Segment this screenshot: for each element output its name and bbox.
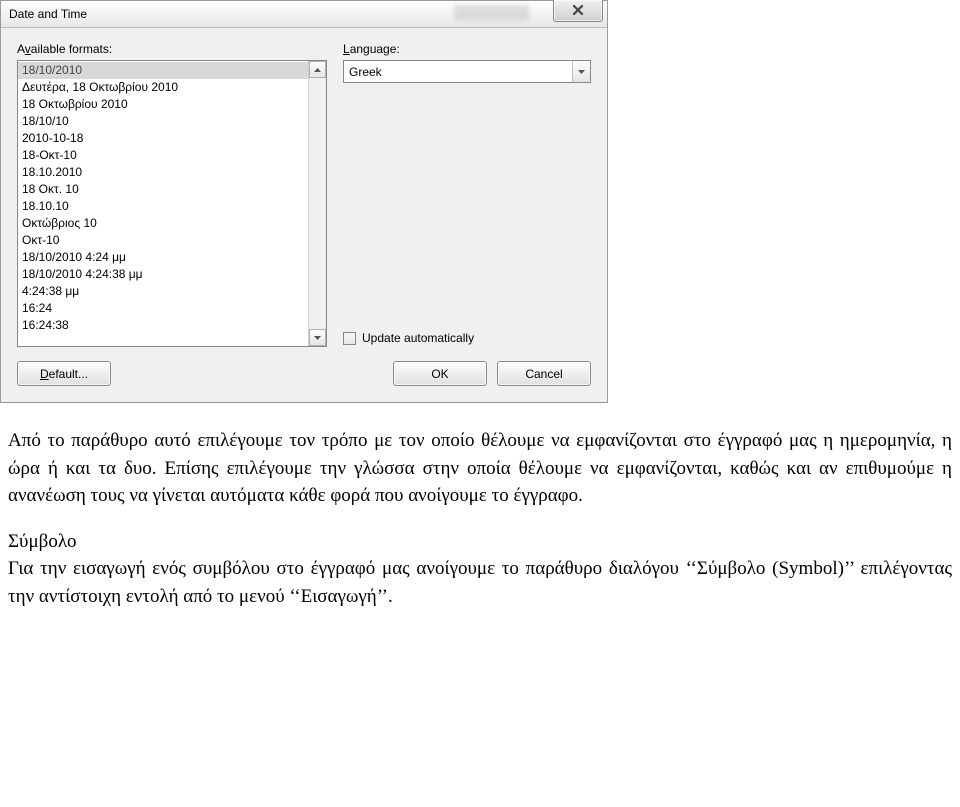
close-button[interactable]	[553, 0, 603, 22]
list-item[interactable]: Οκτώβριος 10	[18, 215, 308, 232]
update-checkbox[interactable]	[343, 332, 356, 345]
language-label: Language:	[343, 42, 591, 56]
list-item[interactable]: 18 Οκτωβρίου 2010	[18, 96, 308, 113]
cancel-button[interactable]: Cancel	[497, 361, 591, 386]
list-item[interactable]: 4:24:38 μμ	[18, 283, 308, 300]
dropdown-arrow[interactable]	[572, 61, 590, 82]
chevron-down-icon	[314, 336, 321, 340]
language-dropdown[interactable]: Greek	[343, 60, 591, 83]
chevron-up-icon	[314, 68, 321, 72]
list-item[interactable]: 2010-10-18	[18, 130, 308, 147]
list-item[interactable]: 18/10/10	[18, 113, 308, 130]
scrollbar[interactable]	[308, 61, 326, 346]
list-item[interactable]: 18 Οκτ. 10	[18, 181, 308, 198]
ok-button[interactable]: OK	[393, 361, 487, 386]
list-item[interactable]: Οκτ-10	[18, 232, 308, 249]
list-item[interactable]: 18/10/2010 4:24:38 μμ	[18, 266, 308, 283]
section-heading: Σύμβολο	[8, 528, 952, 556]
list-item[interactable]: 18/10/2010	[18, 62, 308, 79]
document-text: Από το παράθυρο αυτό επιλέγουμε τον τρόπ…	[0, 423, 960, 610]
close-icon	[572, 5, 584, 16]
formats-column: Available formats: 18/10/2010Δευτέρα, 18…	[17, 42, 327, 347]
dialog-footer: Default... OK Cancel	[1, 347, 607, 402]
formats-label: Available formats:	[17, 42, 327, 56]
chevron-down-icon	[578, 70, 585, 74]
default-button[interactable]: Default...	[17, 361, 111, 386]
paragraph-1: Από το παράθυρο αυτό επιλέγουμε τον τρόπ…	[8, 427, 952, 510]
scroll-down-button[interactable]	[309, 329, 326, 346]
update-label: Update automatically	[362, 331, 474, 345]
list-item[interactable]: 18.10.2010	[18, 164, 308, 181]
scroll-up-button[interactable]	[309, 61, 326, 78]
titlebar[interactable]: Date and Time	[1, 1, 607, 28]
list-item[interactable]: 18.10.10	[18, 198, 308, 215]
list-item[interactable]: Δευτέρα, 18 Οκτωβρίου 2010	[18, 79, 308, 96]
titlebar-blur	[454, 5, 529, 21]
formats-list-inner: 18/10/2010Δευτέρα, 18 Οκτωβρίου 201018 Ο…	[18, 61, 308, 346]
formats-listbox[interactable]: 18/10/2010Δευτέρα, 18 Οκτωβρίου 201018 Ο…	[17, 60, 327, 347]
list-item[interactable]: 18-Οκτ-10	[18, 147, 308, 164]
language-column: Language: Greek Update automatically	[343, 42, 591, 347]
list-item[interactable]: 18/10/2010 4:24 μμ	[18, 249, 308, 266]
list-item[interactable]: 16:24	[18, 300, 308, 317]
dialog-title: Date and Time	[1, 7, 87, 21]
paragraph-2: Για την εισαγωγή ενός συμβόλου στο έγγρα…	[8, 555, 952, 610]
update-row: Update automatically	[343, 331, 591, 345]
language-value: Greek	[344, 65, 572, 79]
dialog-body: Available formats: 18/10/2010Δευτέρα, 18…	[1, 28, 607, 347]
list-item[interactable]: 16:24:38	[18, 317, 308, 334]
date-time-dialog: Date and Time Available formats: 18/10/2…	[0, 0, 608, 403]
scroll-track[interactable]	[309, 78, 326, 329]
